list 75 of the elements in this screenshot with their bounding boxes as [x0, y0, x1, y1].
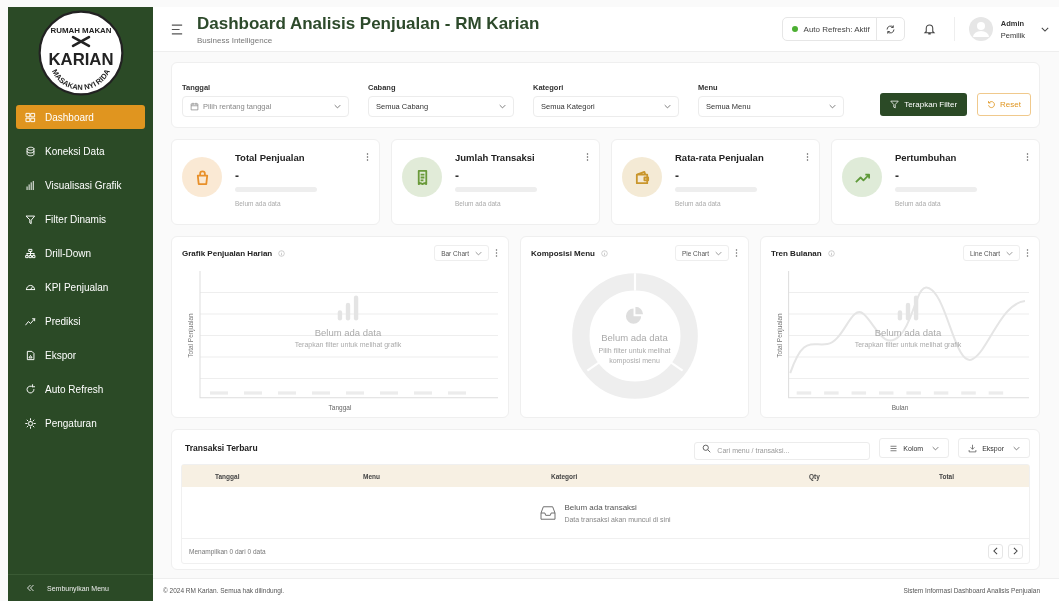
- more-options-icon[interactable]: [495, 248, 498, 258]
- inbox-icon: [540, 505, 557, 520]
- kpi-value: -: [235, 169, 240, 183]
- reset-icon: [987, 100, 997, 109]
- empty-state-title: Belum ada data: [601, 331, 668, 343]
- double-chevron-left-icon: [26, 584, 35, 592]
- calendar-icon: [190, 102, 199, 111]
- pie-chart-icon: [625, 306, 644, 326]
- document-icon: [25, 349, 36, 361]
- bar-chart-icon: [897, 295, 919, 321]
- kpi-title: Total Penjualan: [235, 152, 306, 163]
- utensils-icon: [71, 35, 90, 48]
- caret-icon: [499, 104, 506, 109]
- logo-text: KARIAN: [48, 50, 113, 70]
- caret-icon: [1006, 250, 1013, 256]
- refresh-icon: [884, 23, 896, 35]
- more-options-icon[interactable]: [735, 248, 738, 258]
- hierarchy-icon: [25, 247, 36, 259]
- kpi-title: Pertumbuhan: [895, 152, 958, 163]
- empty-state-title: Belum ada data: [314, 327, 382, 338]
- page-title: Dashboard Analisis Penjualan - RM Karian: [197, 13, 541, 34]
- kpi-title: Rata-rata Penjualan: [675, 152, 765, 163]
- page-subtitle: Business Intelligence: [197, 35, 274, 45]
- bar-chart-icon: [25, 179, 36, 191]
- filter-icon: [25, 213, 36, 225]
- database-icon: [25, 145, 36, 157]
- nav-item[interactable]: Ekspor: [16, 343, 145, 367]
- nav-item[interactable]: Visualisasi Grafik: [16, 173, 145, 197]
- chart-title: Komposisi Menu: [531, 248, 595, 258]
- nav-item[interactable]: Drill-Down: [16, 241, 145, 265]
- more-options-icon[interactable]: [1026, 152, 1029, 162]
- caret-icon: [829, 104, 836, 109]
- kpi-value: -: [675, 169, 680, 183]
- apply-filter-button[interactable]: Terapkan Filter: [880, 93, 968, 116]
- panel-title: Transaksi Terbaru: [184, 443, 258, 453]
- caret-icon: [1013, 445, 1020, 451]
- list-icon: [889, 443, 899, 453]
- chart-title: Grafik Penjualan Harian: [182, 248, 273, 258]
- bar-chart-icon: [337, 295, 359, 321]
- filter-icon: [890, 100, 900, 109]
- kpi-value: -: [455, 169, 460, 183]
- menu-icon[interactable]: [171, 23, 183, 35]
- caret-icon: [334, 104, 341, 109]
- gear-icon: [25, 417, 36, 429]
- caret-icon: [475, 250, 482, 256]
- nav-item[interactable]: Prediksi: [16, 309, 145, 333]
- previous-page-button[interactable]: [988, 543, 1003, 559]
- empty-state-title: Belum ada transaksi: [564, 502, 638, 512]
- chart-title: Tren Bulanan: [771, 248, 822, 258]
- notification-bell-icon[interactable]: [922, 22, 936, 36]
- refresh-icon: [25, 383, 36, 395]
- chevron-right-icon: [1013, 547, 1018, 555]
- more-options-icon[interactable]: [1026, 248, 1029, 258]
- kpi-value: -: [895, 169, 900, 183]
- chevron-left-icon: [993, 547, 998, 555]
- caret-icon: [715, 250, 722, 256]
- more-options-icon[interactable]: [366, 152, 369, 162]
- nav-item[interactable]: Filter Dinamis: [16, 207, 145, 231]
- nav-item[interactable]: KPI Penjualan: [16, 275, 145, 299]
- caret-icon: [664, 104, 671, 109]
- caret-icon: [932, 445, 940, 451]
- more-options-icon[interactable]: [806, 152, 809, 162]
- auto-refresh-status: Auto Refresh: Aktif: [803, 24, 871, 34]
- download-icon: [968, 443, 978, 453]
- caret-icon[interactable]: [1041, 26, 1049, 32]
- empty-state-title: Belum ada data: [874, 327, 942, 338]
- logo-text: RUMAH MAKAN: [50, 25, 111, 35]
- next-page-button[interactable]: [1008, 543, 1023, 559]
- nav-item[interactable]: Pengaturan: [16, 411, 145, 435]
- grid-icon: [25, 111, 36, 123]
- kpi-title: Jumlah Transaksi: [455, 152, 536, 163]
- nav-item[interactable]: Auto Refresh: [16, 377, 145, 401]
- nav-item[interactable]: Koneksi Data: [16, 139, 145, 163]
- trend-line-icon: [25, 315, 36, 327]
- more-options-icon[interactable]: [586, 152, 589, 162]
